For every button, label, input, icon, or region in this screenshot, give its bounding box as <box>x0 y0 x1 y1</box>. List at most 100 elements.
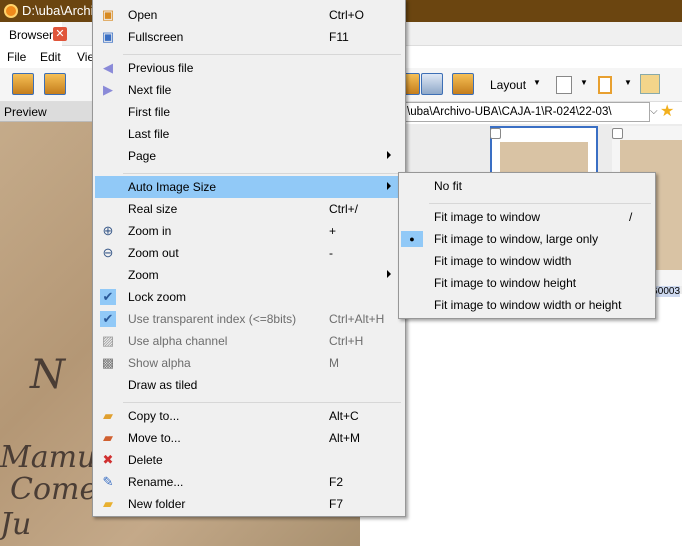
menu-item-use-transparent-index-8bits[interactable]: ✔ Use transparent index (<=8bits) Ctrl+Alt… <box>95 308 403 330</box>
menu-item-shortcut: + <box>329 224 337 238</box>
menu-edit[interactable]: Edit <box>40 50 61 64</box>
layout-button[interactable]: Layout <box>490 78 526 92</box>
address-value: \uba\Archivo-UBA\CAJA-1\R-024\22-03\ <box>407 106 612 118</box>
menu-item-label: Use alpha channel <box>128 334 228 348</box>
menu-item-move-to[interactable]: ▰ Move to... Alt+M <box>95 427 403 449</box>
chevron-down-icon[interactable]: ▼ <box>533 78 541 87</box>
menu-item-zoom-out[interactable]: ⊖ Zoom out - <box>95 242 403 264</box>
radio-dot-icon: ● <box>401 231 423 247</box>
auto-image-size-submenu: No fit Fit image to window / ● Fit image to … <box>398 172 656 319</box>
menu-item-rename[interactable]: ✎ Rename... F2 <box>95 471 403 493</box>
menu-item-shortcut: Ctrl+/ <box>329 202 359 216</box>
menu-item-zoom-in[interactable]: ⊕ Zoom in + <box>95 220 403 242</box>
menu-item-label: Page <box>128 149 157 163</box>
menu-item-fit-image-to-window-width-or-height[interactable]: Fit image to window width or height <box>401 294 653 316</box>
menu-item-delete[interactable]: ✖ Delete <box>95 449 403 471</box>
menu-item-lock-zoom[interactable]: ✔ Lock zoom <box>95 286 403 308</box>
thumbnail-checkbox[interactable] <box>612 128 623 139</box>
menu-item-shortcut: - <box>329 246 333 260</box>
menu-item-shortcut: Alt+C <box>329 409 359 423</box>
folder-tree-icon[interactable] <box>640 74 660 94</box>
preview-label: Preview <box>4 105 47 119</box>
menu-separator <box>429 203 651 204</box>
menu-item-label: Previous file <box>128 61 194 75</box>
open-image-icon: ▣ <box>101 7 115 22</box>
menu-item-label: Real size <box>128 202 178 216</box>
menu-item-copy-to[interactable]: ▰ Copy to... Alt+C <box>95 405 403 427</box>
menu-item-label: Last file <box>128 127 170 141</box>
menu-item-fit-image-to-window[interactable]: Fit image to window / <box>401 206 653 228</box>
menu-item-label: Fit image to window, large only <box>434 232 599 246</box>
arrow-left-icon: ◀ <box>103 60 113 75</box>
menu-item-real-size[interactable]: Real size Ctrl+/ <box>95 198 403 220</box>
chevron-down-icon[interactable]: ▼ <box>580 78 588 87</box>
menu-item-shortcut: Ctrl+H <box>329 334 364 348</box>
camera-icon[interactable] <box>421 73 443 95</box>
menu-item-label: Fit image to window width or height <box>434 298 622 312</box>
context-menu: ▣ Open Ctrl+O ▣ Fullscreen F11 ◀ Previous file ▶… <box>92 0 406 517</box>
menu-item-label: Show alpha <box>128 356 191 370</box>
fullscreen-icon[interactable] <box>44 73 66 95</box>
menu-item-shortcut: F11 <box>329 30 349 44</box>
checkmark-icon: ✔ <box>100 311 116 327</box>
menu-item-previous-file[interactable]: ◀ Previous file <box>95 57 403 79</box>
menu-item-label: Delete <box>128 453 163 467</box>
favorite-star-icon[interactable]: ★ <box>660 101 674 121</box>
alpha-channel-icon: ▨ <box>101 333 115 348</box>
menu-item-last-file[interactable]: Last file <box>95 123 403 145</box>
menu-item-zoom[interactable]: Zoom <box>95 264 403 286</box>
menu-separator <box>123 402 401 403</box>
menu-item-label: Zoom in <box>128 224 172 238</box>
menu-item-fullscreen[interactable]: ▣ Fullscreen F11 <box>95 26 403 48</box>
menu-item-show-alpha[interactable]: ▩ Show alpha M <box>95 352 403 374</box>
tab-label: Browser <box>9 28 54 42</box>
slideshow-icon[interactable] <box>452 73 474 95</box>
menu-item-shortcut: Ctrl+Alt+H <box>329 312 385 326</box>
open-image-icon[interactable] <box>12 73 34 95</box>
arrow-right-icon: ▶ <box>103 82 113 97</box>
menu-item-open[interactable]: ▣ Open Ctrl+O <box>95 4 403 26</box>
menu-item-auto-image-size[interactable]: Auto Image Size <box>95 176 403 198</box>
menu-item-label: Copy to... <box>128 409 180 423</box>
bookmark-icon[interactable] <box>598 76 612 94</box>
thumbnail-checkbox[interactable] <box>490 128 501 139</box>
menu-item-shortcut: F7 <box>329 497 344 511</box>
menu-item-shortcut: F2 <box>329 475 344 489</box>
batch-icon[interactable] <box>556 76 572 94</box>
submenu-arrow-icon <box>387 182 391 190</box>
menu-item-shortcut: / <box>629 210 633 224</box>
delete-icon: ✖ <box>102 452 114 467</box>
menu-item-label: Fit image to window height <box>434 276 577 290</box>
close-tab-icon[interactable]: ✕ <box>53 27 67 41</box>
menu-item-label: Rename... <box>128 475 184 489</box>
menu-item-draw-as-tiled[interactable]: Draw as tiled <box>95 374 403 396</box>
app-logo-icon <box>4 4 18 18</box>
menu-item-page[interactable]: Page <box>95 145 403 167</box>
menu-file[interactable]: File <box>7 50 26 64</box>
show-alpha-icon: ▩ <box>101 355 115 370</box>
rename-icon: ✎ <box>102 474 114 489</box>
zoom-out-icon: ⊖ <box>102 245 114 260</box>
menu-item-shortcut: M <box>329 356 339 370</box>
menu-item-no-fit[interactable]: No fit <box>401 175 653 197</box>
submenu-arrow-icon <box>387 151 391 159</box>
menu-item-label: Fit image to window <box>434 210 541 224</box>
menu-item-first-file[interactable]: First file <box>95 101 403 123</box>
menu-item-fit-image-to-window-large-only[interactable]: ● Fit image to window, large only <box>401 228 653 250</box>
menu-item-shortcut: Ctrl+O <box>329 8 365 22</box>
menu-item-new-folder[interactable]: ▰ New folder F7 <box>95 493 403 515</box>
menu-item-shortcut: Alt+M <box>329 431 361 445</box>
submenu-arrow-icon <box>387 270 391 278</box>
menu-item-label: Fullscreen <box>128 30 184 44</box>
menu-item-fit-image-to-window-height[interactable]: Fit image to window height <box>401 272 653 294</box>
menu-item-next-file[interactable]: ▶ Next file <box>95 79 403 101</box>
checkmark-icon: ✔ <box>100 289 116 305</box>
address-bar[interactable]: \uba\Archivo-UBA\CAJA-1\R-024\22-03\ <box>404 102 650 122</box>
move-to-folder-icon: ▰ <box>103 430 113 445</box>
menu-item-fit-image-to-window-width[interactable]: Fit image to window width <box>401 250 653 272</box>
chevron-down-icon[interactable]: ▼ <box>624 78 632 87</box>
menu-item-label: Move to... <box>128 431 181 445</box>
fullscreen-icon: ▣ <box>101 29 115 44</box>
menu-item-use-alpha-channel[interactable]: ▨ Use alpha channel Ctrl+H <box>95 330 403 352</box>
copy-to-folder-icon: ▰ <box>103 408 113 423</box>
